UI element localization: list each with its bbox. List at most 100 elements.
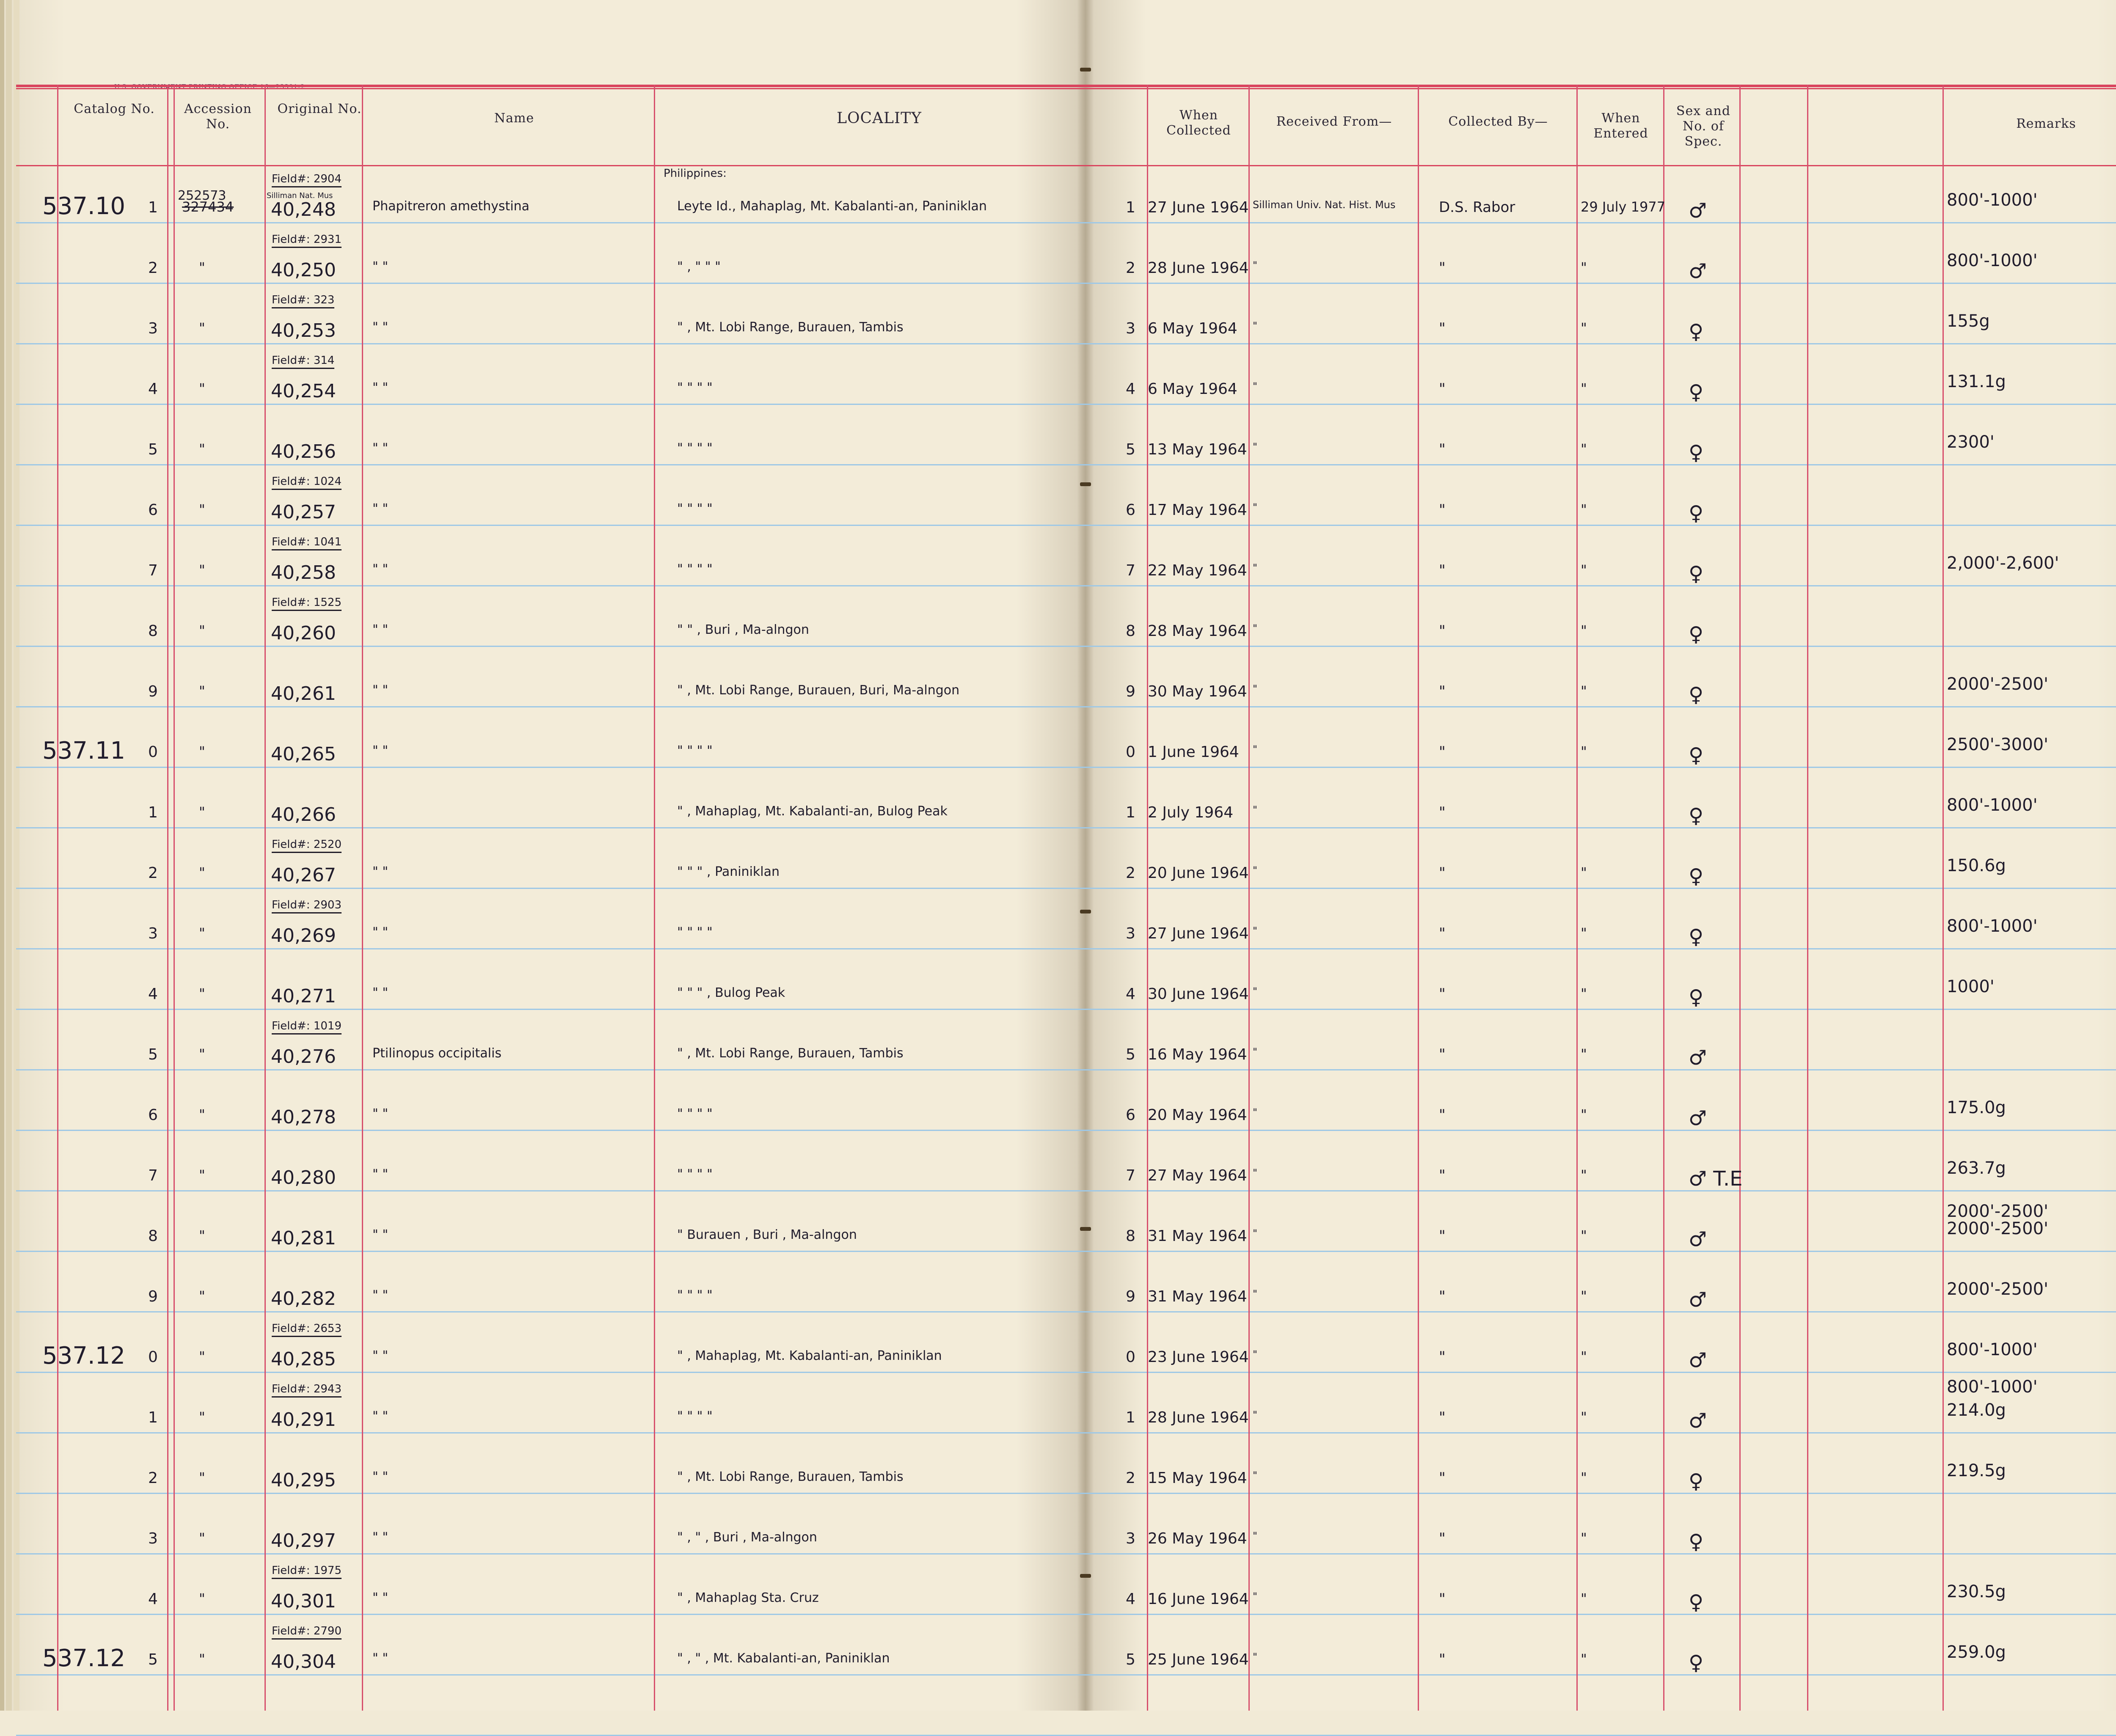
column-rule [1739, 85, 1741, 1711]
sex-symbol: ♀ [1689, 501, 1704, 525]
received-from: " [1253, 259, 1258, 271]
catalog-digit: 6 [148, 1106, 158, 1124]
received-from: " [1253, 1590, 1258, 1602]
page-edge-left [6, 0, 12, 1711]
date-entered: " [1581, 441, 1587, 457]
date-entered: " [1581, 985, 1587, 1001]
right-page-digit: 3 [1126, 1530, 1135, 1547]
ruled-line [16, 1009, 2116, 1010]
original-number: 40,256 [271, 441, 336, 462]
locality: " " " " [677, 380, 713, 395]
right-page-digit: 4 [1126, 985, 1135, 1003]
right-page-digit: 2 [1126, 864, 1135, 882]
accession-number-top: 252573 [178, 188, 226, 203]
original-number: 40,267 [271, 864, 336, 886]
accession-number: " [199, 1530, 205, 1546]
header-accession-no: Accession No. [184, 102, 252, 132]
date-entered: " [1581, 1106, 1587, 1122]
received-from: " [1253, 501, 1258, 513]
column-rule [57, 85, 58, 1711]
ruled-line [16, 1432, 2116, 1433]
catalog-digit: 1 [148, 199, 158, 216]
species-name: " " [372, 320, 388, 335]
catalog-number: 537.12 [42, 1645, 125, 1672]
received-from: " [1253, 1530, 1258, 1542]
date-collected: 16 May 1964 [1148, 1046, 1247, 1063]
date-collected: 26 May 1964 [1148, 1530, 1247, 1547]
locality: " , " , Mt. Kabalanti-an, Paniniklan [677, 1651, 890, 1666]
date-entered: " [1581, 259, 1587, 275]
date-entered: " [1581, 1046, 1587, 1062]
catalog-number: 537.10 [42, 193, 125, 220]
accession-number: " [199, 743, 205, 759]
ruled-line [16, 222, 2116, 223]
collected-by: " [1439, 743, 1446, 760]
sex-symbol: ♂ [1689, 199, 1707, 223]
date-collected: 25 June 1964 [1148, 1651, 1249, 1668]
original-number: 40,297 [271, 1530, 336, 1552]
accession-number: " [199, 1348, 205, 1365]
sex-symbol: ♂ [1689, 1409, 1707, 1433]
ruled-line [16, 1614, 2116, 1615]
locality: " " " " [677, 1288, 713, 1303]
ruled-line [16, 827, 2116, 828]
species-name: " " [372, 380, 388, 395]
date-collected: 1 June 1964 [1148, 743, 1239, 761]
catalog-digit: 9 [148, 683, 158, 700]
date-entered: " [1581, 622, 1587, 638]
ruled-line [16, 525, 2116, 526]
original-number: 40,304 [271, 1651, 336, 1673]
catalog-digit: 0 [148, 1348, 158, 1366]
ruled-line [16, 88, 2116, 89]
field-number: Field#: 1975 [272, 1564, 342, 1579]
collected-by: " [1439, 683, 1446, 700]
original-number: 40,250 [271, 259, 336, 281]
date-entered: " [1581, 743, 1587, 759]
accession-number: " [199, 1651, 205, 1667]
date-entered: " [1581, 380, 1587, 396]
collected-by: D.S. Rabor [1439, 199, 1515, 216]
date-collected: 30 May 1964 [1148, 683, 1247, 700]
locality: " , Mt. Lobi Range, Burauen, Tambis [677, 1469, 904, 1484]
field-number: Field#: 323 [272, 294, 335, 308]
ruled-line [16, 706, 2116, 707]
date-collected: 27 June 1964 [1148, 199, 1249, 216]
original-number: 40,265 [271, 743, 336, 765]
original-number: 40,278 [271, 1106, 336, 1128]
received-from: " [1253, 864, 1258, 876]
accession-number: " [199, 622, 205, 638]
sex-symbol: ♂ [1689, 1046, 1707, 1070]
binder-ring [1080, 910, 1091, 913]
species-name: " " [372, 985, 388, 1000]
accession-number: " [199, 864, 205, 880]
catalog-digit: 2 [148, 259, 158, 277]
locality: " " " " [677, 925, 713, 940]
date-collected: 28 June 1964 [1148, 259, 1249, 277]
ruled-line [16, 1311, 2116, 1312]
date-entered: " [1581, 864, 1587, 880]
binder-ring [1080, 68, 1091, 72]
remarks: 155g [1947, 311, 1990, 331]
remarks: 2000'-2500' [1947, 1219, 2049, 1238]
collected-by: " [1439, 259, 1446, 276]
field-number: Field#: 1019 [272, 1020, 342, 1034]
date-collected: 2 July 1964 [1148, 804, 1234, 821]
date-entered: " [1581, 1288, 1587, 1304]
collected-by: " [1439, 380, 1446, 397]
received-from: " [1253, 1288, 1258, 1300]
header-locality: LOCALITY [837, 110, 922, 127]
locality: " " " " [677, 1409, 713, 1424]
original-number: 40,295 [271, 1469, 336, 1491]
original-number: 40,254 [271, 380, 336, 402]
date-collected: 27 May 1964 [1148, 1167, 1247, 1184]
date-collected: 27 June 1964 [1148, 925, 1249, 942]
remarks: 2000'-2500' [1947, 674, 2049, 694]
received-from: " [1253, 1227, 1258, 1239]
species-name: " " [372, 1590, 388, 1605]
collected-by: " [1439, 864, 1446, 881]
catalog-digit: 9 [148, 1288, 158, 1305]
received-from: " [1253, 380, 1258, 392]
species-name: " " [372, 743, 388, 758]
locality: " , Mt. Lobi Range, Burauen, Tambis [677, 320, 904, 335]
remarks: 230.5g [1947, 1582, 2006, 1601]
